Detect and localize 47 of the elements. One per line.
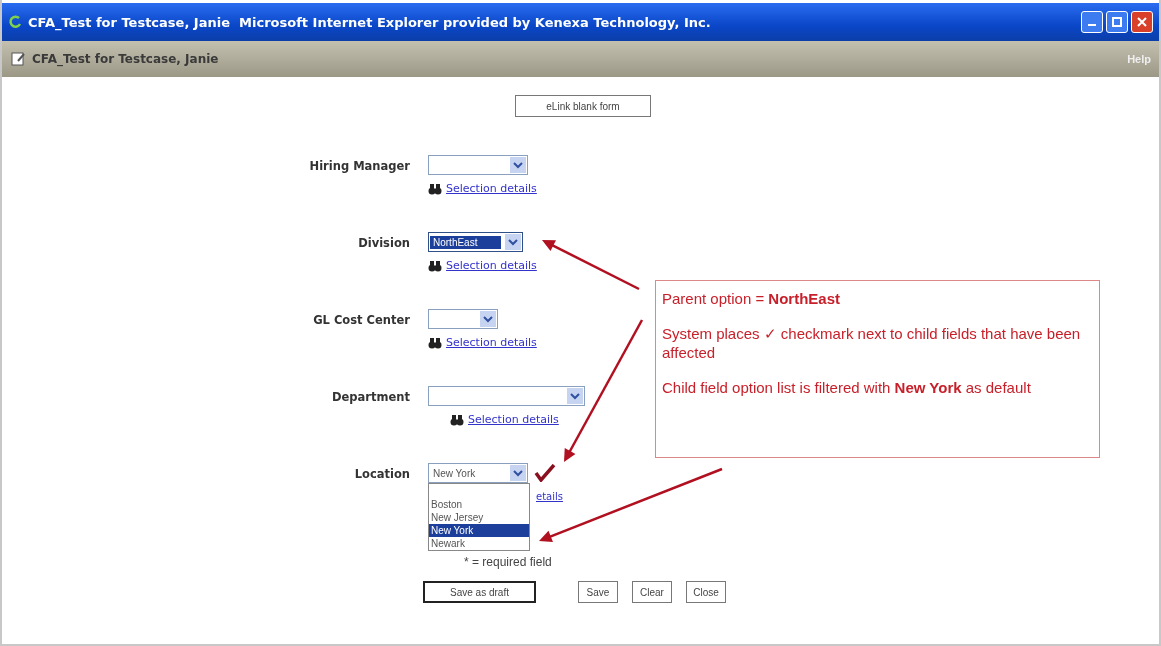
- close-icon: [1137, 17, 1147, 27]
- dropdown[interactable]: New York: [428, 463, 528, 483]
- callout-text: Parent option = NorthEast: [662, 289, 841, 308]
- chevron-icon: [510, 157, 526, 173]
- chevron-icon: [567, 388, 583, 404]
- dropdown[interactable]: NorthEast: [428, 232, 523, 252]
- selection-details-link[interactable]: Selection details: [446, 336, 537, 349]
- close-button[interactable]: [1131, 11, 1153, 33]
- field-label: Location: [353, 466, 410, 483]
- dropdown[interactable]: [428, 386, 585, 406]
- field-label: Department: [331, 389, 410, 406]
- binoculars-icon: [428, 182, 442, 195]
- minimize-button[interactable]: [1081, 11, 1103, 33]
- list-option[interactable]: New Jersey: [429, 511, 529, 524]
- window-title: CFA_Test for Testcase, Janie Microsoft Internet Explorer provided by Kenexa Technology, Inc.: [28, 14, 711, 30]
- browser-icon: [8, 15, 22, 29]
- dropdown[interactable]: [428, 309, 498, 329]
- selection-details-link[interactable]: Selection details: [446, 182, 537, 195]
- selection-details-link[interactable]: Selection details: [446, 259, 537, 272]
- form-button[interactable]: Save: [578, 581, 618, 603]
- chevron-icon: [480, 311, 496, 327]
- binoculars-icon: [428, 259, 442, 272]
- field-label: Division: [357, 235, 410, 252]
- selection-details-link[interactable]: Selection details: [468, 413, 559, 426]
- list-option[interactable]: New York: [429, 524, 529, 537]
- list-option[interactable]: Boston: [429, 498, 529, 511]
- maximize-icon: [1112, 17, 1122, 27]
- binoculars-icon: [450, 413, 464, 426]
- form-button[interactable]: Close: [686, 581, 726, 603]
- required-note: * = required field: [464, 555, 552, 569]
- maximize-button[interactable]: [1106, 11, 1128, 33]
- chevron-icon: [510, 465, 526, 481]
- selection-details-link[interactable]: etails: [536, 491, 563, 551]
- field-label: GL Cost Center: [312, 312, 410, 329]
- dropdown[interactable]: [428, 155, 528, 175]
- minimize-icon: [1088, 24, 1096, 26]
- chevron-icon: [505, 234, 521, 250]
- callout-text: Child field option list is filtered with New York as default: [662, 378, 1032, 397]
- list-option[interactable]: Newark: [429, 537, 529, 550]
- elink-button[interactable]: eLink blank form: [515, 95, 651, 117]
- page-icon: [10, 51, 26, 67]
- form-button[interactable]: Clear: [632, 581, 672, 603]
- form-button[interactable]: Save as draft: [423, 581, 536, 603]
- callout-text: System places ✓ checkmark next to child fields that have been affected: [662, 324, 1082, 362]
- binoculars-icon: [428, 336, 442, 349]
- field-label: Hiring Manager: [308, 158, 410, 175]
- page-title: CFA_Test for Testcase, Janie: [32, 52, 219, 66]
